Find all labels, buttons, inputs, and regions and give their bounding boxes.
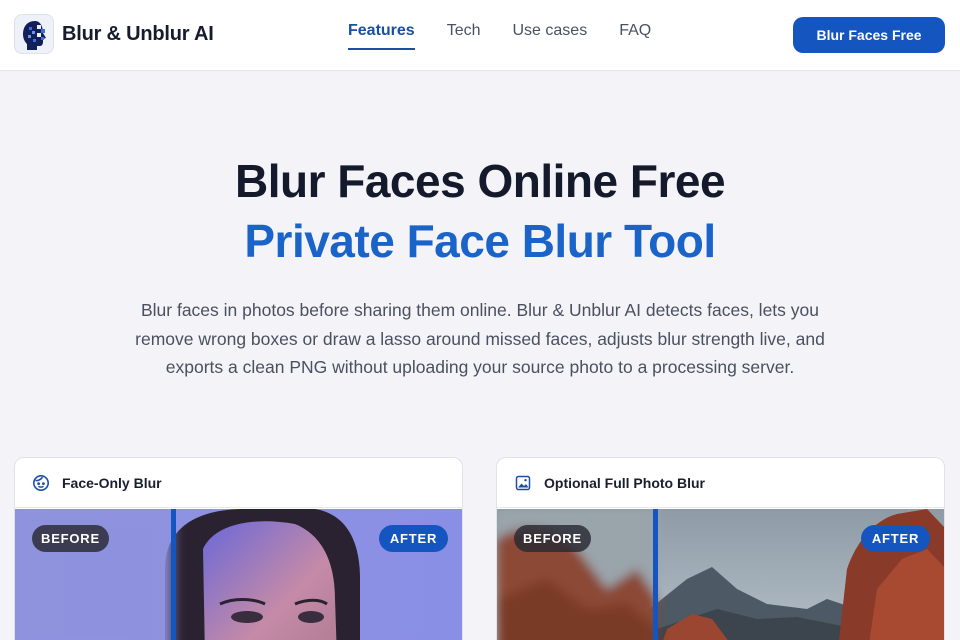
before-badge: BEFORE [514, 525, 591, 552]
image-icon [514, 474, 532, 492]
before-after-slider[interactable]: BEFORE AFTER [15, 509, 462, 640]
nav-features[interactable]: Features [348, 22, 415, 50]
card-title: Optional Full Photo Blur [544, 474, 705, 491]
after-badge: AFTER [379, 525, 448, 552]
main-nav: Features Tech Use cases FAQ [348, 22, 651, 50]
brand[interactable]: Blur & Unblur AI [14, 14, 214, 54]
feature-card-face-only-blur: Face-Only Blur BEFORE AFTER [14, 457, 463, 640]
site-header: Blur & Unblur AI Features Tech Use cases… [0, 0, 960, 71]
before-after-slider[interactable]: BEFORE AFTER [497, 509, 944, 640]
brand-name: Blur & Unblur AI [62, 22, 214, 45]
blur-faces-free-button[interactable]: Blur Faces Free [793, 17, 945, 53]
card-header: Face-Only Blur [15, 458, 462, 508]
slider-divider[interactable] [171, 509, 176, 640]
hero-subtitle: Private Face Blur Tool [244, 215, 716, 267]
face-icon [32, 474, 50, 492]
before-badge: BEFORE [32, 525, 109, 552]
nav-tech[interactable]: Tech [447, 22, 481, 50]
logo-icon [14, 14, 54, 54]
card-header: Optional Full Photo Blur [497, 458, 944, 508]
slider-divider[interactable] [653, 509, 658, 640]
nav-faq[interactable]: FAQ [619, 22, 651, 50]
hero-description: Blur faces in photos before sharing them… [135, 300, 825, 377]
feature-card-full-photo-blur: Optional Full Photo Blur BEFORE AFTER [496, 457, 945, 640]
card-title: Face-Only Blur [62, 474, 162, 491]
nav-use-cases[interactable]: Use cases [513, 22, 588, 50]
after-badge: AFTER [861, 525, 930, 552]
hero-title: Blur Faces Online Free [234, 155, 726, 207]
